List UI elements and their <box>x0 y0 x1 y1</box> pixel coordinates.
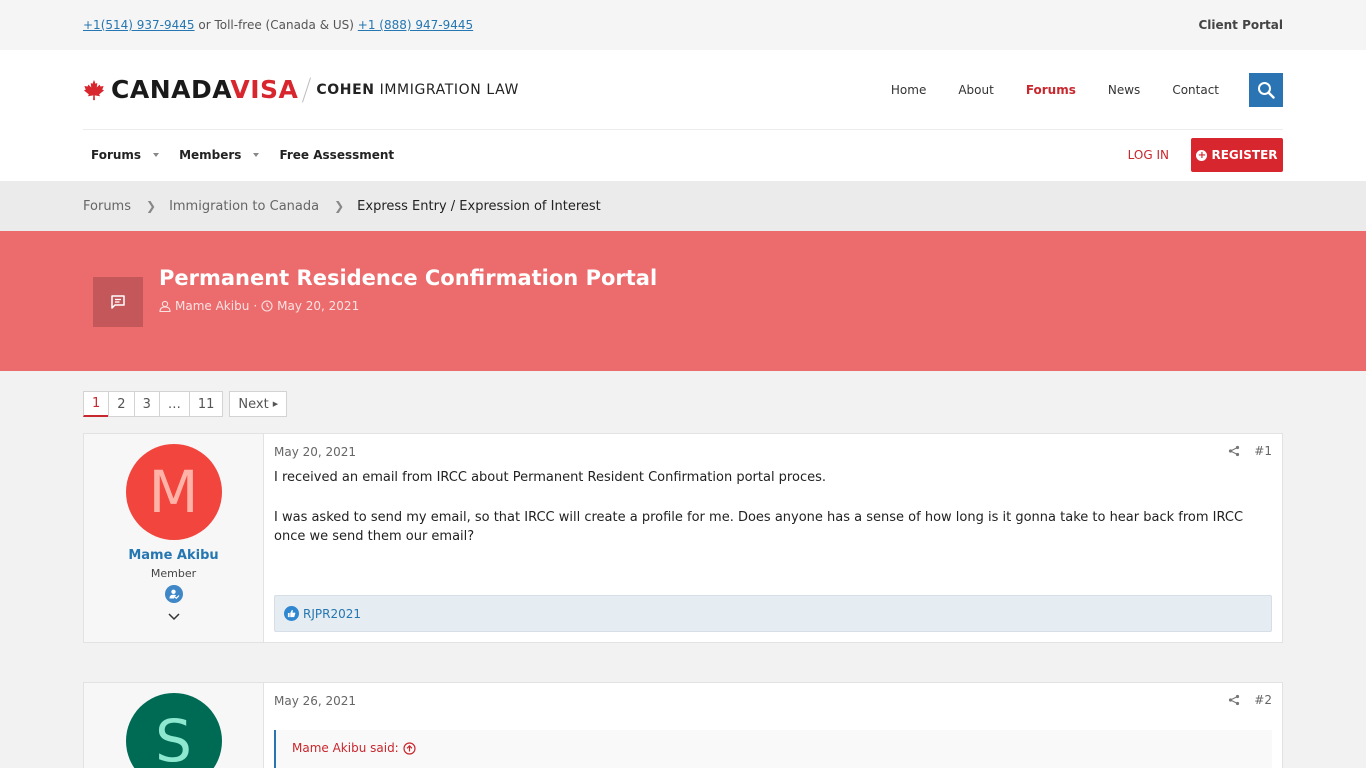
share-icon[interactable] <box>1228 445 1240 457</box>
user-check-icon <box>169 589 179 600</box>
breadcrumb-immigration-to-canada[interactable]: Immigration to Canada <box>169 199 319 214</box>
contact-phones: +1(514) 937-9445 or Toll-free (Canada & … <box>83 18 473 32</box>
forum-nav-free-assessment[interactable]: Free Assessment <box>279 148 394 162</box>
post-author-panel: S <box>84 683 264 768</box>
arrow-up-circle-icon[interactable] <box>403 742 416 755</box>
reaction-user-link[interactable]: RJPR2021 <box>303 607 361 621</box>
forum-nav: Forums Members Free Assessment <box>83 148 414 162</box>
login-link[interactable]: LOG IN <box>1128 148 1169 162</box>
author-username[interactable]: Mame Akibu <box>84 548 263 563</box>
logo-cohen-bold: COHEN <box>316 81 375 98</box>
pagination: 1 2 3 … 11 Next ▶ <box>83 391 288 417</box>
forum-nav-forums[interactable]: Forums <box>91 148 160 162</box>
nav-contact[interactable]: Contact <box>1172 83 1219 97</box>
thread-author-link[interactable]: Mame Akibu <box>175 299 249 313</box>
reactions-bar: RJPR2021 <box>274 595 1272 632</box>
post-1: M Mame Akibu Member May 20, 2021 #1 I re… <box>83 433 1283 643</box>
post-actions: #1 <box>1228 444 1272 458</box>
chevron-down-icon[interactable] <box>167 612 181 622</box>
search-icon <box>1258 81 1275 99</box>
avatar[interactable]: M <box>125 444 222 540</box>
breadcrumb: Forums ❯ Immigration to Canada ❯ Express… <box>0 181 1366 231</box>
thread-header: Permanent Residence Confirmation Portal … <box>0 231 1366 371</box>
post-date[interactable]: May 26, 2021 <box>274 694 1272 708</box>
forum-nav-forums-label: Forums <box>91 148 142 162</box>
avatar[interactable]: S <box>125 693 222 768</box>
chevron-right-icon: ❯ <box>146 199 157 213</box>
nav-about[interactable]: About <box>958 83 993 97</box>
next-page-button[interactable]: Next ▶ <box>229 391 288 417</box>
breadcrumb-forums[interactable]: Forums <box>83 199 131 214</box>
post-body: May 20, 2021 #1 I received an email from… <box>264 434 1282 642</box>
nav-forums[interactable]: Forums <box>1026 83 1076 97</box>
post-paragraph: I was asked to send my email, so that IR… <box>274 510 1244 544</box>
chat-bubble-icon <box>111 295 125 309</box>
logo-visa-text: VISA <box>230 75 299 104</box>
auth-controls: LOG IN + REGISTER <box>1128 138 1283 172</box>
post-2: S May 26, 2021 #2 Mame Akibu said: <box>83 682 1283 768</box>
page-jump-ellipsis[interactable]: … <box>158 391 190 417</box>
main-nav: Home About Forums News Contact <box>859 72 1283 107</box>
forum-nav-free-assessment-label: Free Assessment <box>279 148 395 162</box>
quote-attribution-link[interactable]: Mame Akibu said: <box>292 741 399 755</box>
forum-nav-members[interactable]: Members <box>179 148 260 162</box>
clock-icon <box>261 300 273 312</box>
phone-tollfree-link[interactable]: +1 (888) 947-9445 <box>358 18 473 32</box>
register-button[interactable]: + REGISTER <box>1191 138 1283 172</box>
page-11-link[interactable]: 11 <box>188 391 224 417</box>
share-icon[interactable] <box>1228 694 1240 706</box>
thumbs-up-icon <box>287 609 296 618</box>
logo-wordmark: CANADAVISA <box>111 75 298 104</box>
plus-circle-icon: + <box>1196 149 1208 161</box>
logo-cohen-rest: IMMIGRATION LAW <box>374 81 519 98</box>
site-logo[interactable]: CANADAVISA COHEN IMMIGRATION LAW <box>83 75 519 104</box>
maple-leaf-icon <box>83 79 105 100</box>
post-author-panel: M Mame Akibu Member <box>84 434 264 642</box>
caret-right-icon: ▶ <box>272 400 279 408</box>
logo-divider <box>302 76 312 103</box>
post-paragraph: I received an email from IRCC about Perm… <box>274 470 826 485</box>
phone-main-link[interactable]: +1(514) 937-9445 <box>83 18 195 32</box>
post-actions: #2 <box>1228 693 1272 707</box>
forums-caret-icon[interactable] <box>153 153 160 157</box>
post-number-link[interactable]: #2 <box>1254 693 1272 707</box>
breadcrumb-express-entry[interactable]: Express Entry / Expression of Interest <box>357 199 601 214</box>
thread-title: Permanent Residence Confirmation Portal <box>159 266 658 290</box>
search-button[interactable] <box>1249 72 1283 107</box>
header-sub-row: Forums Members Free Assessment LOG IN + R… <box>83 130 1283 180</box>
thread-meta: Mame Akibu · May 20, 2021 <box>159 299 359 313</box>
phone-separator-text: or Toll-free (Canada & US) <box>194 18 358 32</box>
next-page-label: Next <box>238 396 269 412</box>
nav-home[interactable]: Home <box>891 83 926 97</box>
nav-news[interactable]: News <box>1108 83 1140 97</box>
thread-icon <box>93 277 143 327</box>
post-number-link[interactable]: #1 <box>1254 444 1272 458</box>
chevron-right-icon: ❯ <box>334 199 345 213</box>
forum-nav-members-label: Members <box>179 148 242 162</box>
page-3-link[interactable]: 3 <box>133 391 160 417</box>
quote-block: Mame Akibu said: <box>274 730 1272 768</box>
post-date[interactable]: May 20, 2021 <box>274 445 1272 459</box>
header-main-row: CANADAVISA COHEN IMMIGRATION LAW Home Ab… <box>83 50 1283 130</box>
thread-date-link[interactable]: May 20, 2021 <box>277 299 359 313</box>
post-message: I received an email from IRCC about Perm… <box>274 468 1272 546</box>
like-icon <box>284 606 299 621</box>
register-label: REGISTER <box>1211 148 1278 162</box>
logo-cohen-text: COHEN IMMIGRATION LAW <box>316 82 519 98</box>
user-icon <box>159 300 171 312</box>
site-header: CANADAVISA COHEN IMMIGRATION LAW Home Ab… <box>0 50 1366 181</box>
post-body: May 26, 2021 #2 Mame Akibu said: <box>264 683 1282 768</box>
members-caret-icon[interactable] <box>253 153 260 157</box>
meta-separator: · <box>253 299 258 313</box>
client-portal-link[interactable]: Client Portal <box>1198 18 1283 32</box>
logo-canada-text: CANADA <box>111 75 231 104</box>
page-2-link[interactable]: 2 <box>108 391 135 417</box>
member-badge-icon <box>164 585 183 603</box>
page-1-link[interactable]: 1 <box>83 391 110 417</box>
top-bar: +1(514) 937-9445 or Toll-free (Canada & … <box>0 0 1366 50</box>
author-role: Member <box>150 567 197 580</box>
thread-content: 1 2 3 … 11 Next ▶ M Mame Akibu Member May… <box>83 371 1283 768</box>
